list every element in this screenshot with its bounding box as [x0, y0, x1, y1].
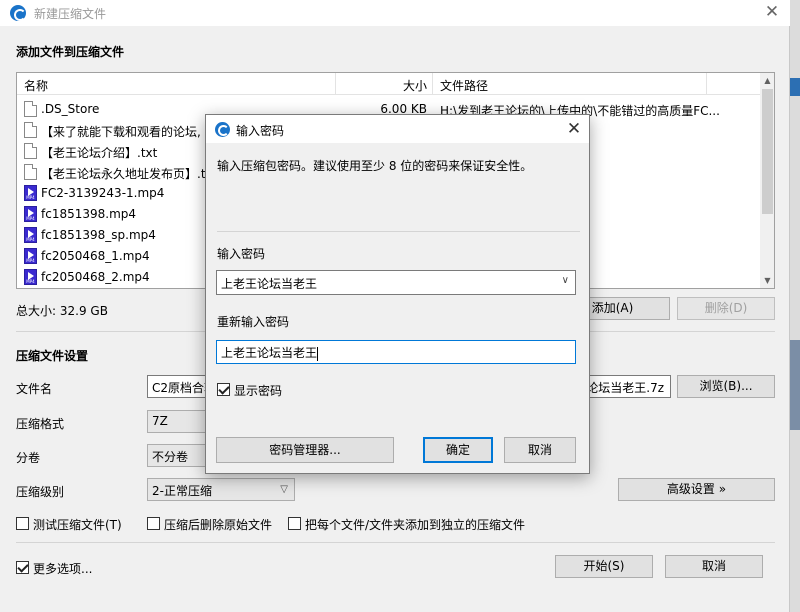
app-logo-icon	[215, 122, 230, 137]
separate-archives-label: 把每个文件/文件夹添加到独立的压缩文件	[305, 518, 526, 532]
password-value: 上老王论坛当老王	[221, 277, 318, 291]
background-accent	[790, 78, 800, 96]
cancel-button[interactable]: 取消	[665, 555, 763, 578]
settings-heading: 压缩文件设置	[16, 349, 89, 363]
document-icon	[24, 164, 37, 180]
mp4-file-icon	[24, 206, 37, 222]
level-select[interactable]: 2-正常压缩 ▽	[147, 478, 295, 501]
chevron-down-icon: ▽	[280, 484, 288, 495]
dialog-divider	[217, 231, 580, 232]
ok-button[interactable]: 确定	[423, 437, 493, 463]
close-icon[interactable]: ✕	[760, 1, 784, 25]
file-list-header: 名称 大小 文件路径	[17, 73, 760, 95]
window-title: 新建压缩文件	[34, 7, 107, 21]
file-name: 【老王论坛永久地址发布页】.tx	[41, 167, 213, 181]
delete-after-checkbox[interactable]	[147, 517, 160, 530]
dialog-titlebar: 输入密码 ✕	[206, 115, 589, 143]
close-icon[interactable]: ✕	[562, 118, 586, 140]
background-window-edge	[790, 0, 800, 612]
window-titlebar: 新建压缩文件 ✕	[0, 0, 790, 26]
background-accent	[790, 340, 800, 430]
column-header-size[interactable]: 大小	[347, 77, 427, 94]
password-dialog: 输入密码 ✕ 输入压缩包密码。建议使用至少 8 位的密码来保证安全性。 输入密码…	[205, 114, 590, 474]
column-separator	[335, 73, 336, 95]
chevron-down-icon[interactable]: ∨	[562, 275, 569, 286]
delete-button[interactable]: 删除(D)	[677, 297, 775, 320]
scrollbar-thumb[interactable]	[762, 89, 773, 214]
file-name: .DS_Store	[41, 102, 100, 116]
filename-value-right: 论坛当老王.7z	[586, 381, 664, 395]
start-button[interactable]: 开始(S)	[555, 555, 653, 578]
advanced-settings-button[interactable]: 高级设置 »	[618, 478, 775, 501]
column-header-path[interactable]: 文件路径	[440, 77, 488, 94]
delete-after-label: 压缩后删除原始文件	[164, 518, 273, 532]
document-icon	[24, 143, 37, 159]
mp4-file-icon	[24, 227, 37, 243]
file-name: FC2-3139243-1.mp4	[41, 186, 165, 200]
file-name: fc1851398_sp.mp4	[41, 228, 156, 242]
filename-label: 文件名	[16, 382, 53, 396]
show-password-label: 显示密码	[234, 384, 283, 398]
section-divider	[16, 542, 775, 543]
test-archive-checkbox[interactable]	[16, 517, 29, 530]
browse-button[interactable]: 浏览(B)...	[677, 375, 775, 398]
separate-archives-checkbox[interactable]	[288, 517, 301, 530]
password-hint: 输入压缩包密码。建议使用至少 8 位的密码来保证安全性。	[217, 159, 533, 173]
document-icon	[24, 122, 37, 138]
password-input[interactable]: 上老王论坛当老王 ∨	[216, 270, 576, 295]
more-options-label: 更多选项...	[33, 562, 93, 576]
total-size: 总大小: 32.9 GB	[16, 304, 108, 318]
password-manager-button[interactable]: 密码管理器...	[216, 437, 394, 463]
text-caret	[317, 346, 319, 361]
app-logo-icon	[10, 5, 26, 21]
dialog-title: 输入密码	[236, 124, 285, 138]
mp4-file-icon	[24, 185, 37, 201]
confirm-password-label: 重新输入密码	[217, 315, 290, 329]
password-label: 输入密码	[217, 247, 266, 261]
test-archive-label: 测试压缩文件(T)	[33, 518, 122, 532]
file-name: fc2050468_1.mp4	[41, 249, 150, 263]
confirm-password-value: 上老王论坛当老王	[221, 346, 318, 360]
mp4-file-icon	[24, 248, 37, 264]
file-name: 【来了就能下载和观看的论坛,	[41, 125, 201, 139]
show-password-checkbox[interactable]	[217, 383, 230, 396]
split-value: 不分卷	[152, 450, 189, 464]
column-header-name[interactable]: 名称	[24, 77, 48, 94]
format-label: 压缩格式	[16, 417, 65, 431]
scroll-up-icon[interactable]: ▲	[760, 73, 774, 88]
level-value: 2-正常压缩	[152, 484, 212, 498]
file-name: 【老王论坛介绍】.txt	[41, 146, 158, 160]
more-options-checkbox[interactable]	[16, 561, 29, 574]
column-separator	[432, 73, 433, 95]
add-files-heading: 添加文件到压缩文件	[16, 45, 125, 59]
split-label: 分卷	[16, 451, 41, 465]
column-separator	[706, 73, 707, 95]
mp4-file-icon	[24, 269, 37, 285]
file-name: fc1851398.mp4	[41, 207, 137, 221]
format-value: 7Z	[152, 414, 168, 428]
file-list-scrollbar[interactable]: ▲ ▼	[760, 73, 774, 288]
scroll-down-icon[interactable]: ▼	[760, 273, 774, 288]
level-label: 压缩级别	[16, 485, 65, 499]
document-icon	[24, 101, 37, 117]
dialog-cancel-button[interactable]: 取消	[504, 437, 576, 463]
confirm-password-input[interactable]: 上老王论坛当老王	[216, 340, 576, 364]
file-name: fc2050468_2.mp4	[41, 270, 150, 284]
